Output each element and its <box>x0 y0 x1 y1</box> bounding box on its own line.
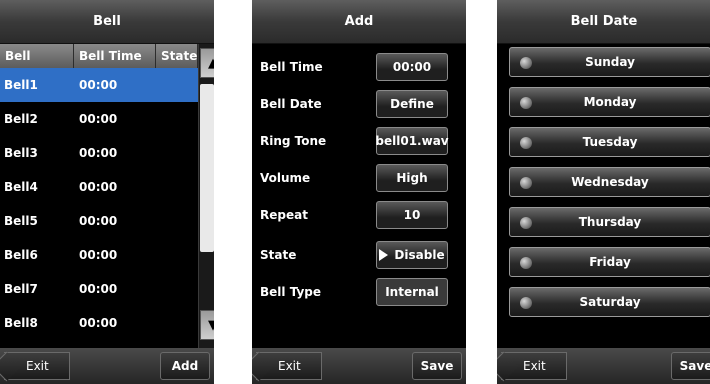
field-label: State <box>260 248 297 262</box>
table-row[interactable]: Bell6 00:00 <box>0 238 198 272</box>
table-row[interactable]: Bell4 00:00 <box>0 170 198 204</box>
radio-dot-icon <box>520 57 532 69</box>
exit-label: Exit <box>278 359 301 373</box>
day-saturday-button[interactable]: Saturday <box>509 287 710 317</box>
screen-title: Add <box>252 0 466 44</box>
bell-date-screen: Bell Date Sunday Monday Tuesday Wednesda… <box>497 0 710 384</box>
day-wednesday-button[interactable]: Wednesday <box>509 167 710 197</box>
bell-name: Bell3 <box>4 146 38 160</box>
bell-name: Bell6 <box>4 248 38 262</box>
bell-time: 00:00 <box>79 146 118 160</box>
form-row-repeat: Repeat 10 <box>252 197 466 233</box>
radio-dot-icon <box>520 97 532 109</box>
bell-name: Bell1 <box>4 78 38 92</box>
field-label: Ring Tone <box>260 134 327 148</box>
form-row-bell-time: Bell Time 00:00 <box>252 49 466 85</box>
bell-time: 00:00 <box>79 282 118 296</box>
day-tuesday-button[interactable]: Tuesday <box>509 127 710 157</box>
day-label: Monday <box>583 95 637 109</box>
field-label: Bell Time <box>260 60 323 74</box>
radio-dot-icon <box>520 257 532 269</box>
table-header: Bell Bell Time State <box>0 44 198 68</box>
day-label: Sunday <box>585 55 635 69</box>
bell-time: 00:00 <box>79 180 118 194</box>
bell-list-screen: Bell Bell Bell Time State Bell1 00:00 Be… <box>0 0 214 384</box>
bottom-bar: Exit Save <box>252 348 466 384</box>
save-button[interactable]: Save <box>412 352 462 380</box>
day-label: Wednesday <box>571 175 649 189</box>
play-icon <box>379 249 389 261</box>
day-label: Saturday <box>579 295 641 309</box>
form-row-ring-tone: Ring Tone bell01.wav <box>252 123 466 159</box>
bell-name: Bell8 <box>4 316 38 330</box>
bell-name: Bell7 <box>4 282 38 296</box>
bell-time: 00:00 <box>79 214 118 228</box>
day-monday-button[interactable]: Monday <box>509 87 710 117</box>
field-label: Volume <box>260 171 311 185</box>
form-row-volume: Volume High <box>252 160 466 196</box>
save-button[interactable]: Save <box>671 352 710 380</box>
exit-button[interactable]: Exit <box>4 352 70 380</box>
radio-dot-icon <box>520 137 532 149</box>
bell-table: Bell1 00:00 Bell2 00:00 Bell3 00:00 Bell… <box>0 68 198 348</box>
field-label: Bell Date <box>260 97 322 111</box>
radio-dot-icon <box>520 177 532 189</box>
up-arrow-icon[interactable]: ▲ <box>200 48 214 78</box>
scroll-thumb[interactable] <box>200 84 214 252</box>
screen-title: Bell Date <box>497 0 710 44</box>
state-value: Disable <box>394 248 445 262</box>
exit-button[interactable]: Exit <box>501 352 567 380</box>
bell-name: Bell4 <box>4 180 38 194</box>
column-header-bell: Bell <box>0 44 74 68</box>
scrollbar[interactable]: ▲ ▼ <box>198 44 214 348</box>
table-row[interactable]: Bell1 00:00 <box>0 68 198 102</box>
column-header-bell-time: Bell Time <box>74 44 156 68</box>
bell-name: Bell5 <box>4 214 38 228</box>
form-row-bell-type: Bell Type Internal <box>252 274 466 310</box>
bottom-bar: Exit Add <box>0 348 214 384</box>
repeat-button[interactable]: 10 <box>376 201 448 229</box>
bell-date-button[interactable]: Define <box>376 90 448 118</box>
ring-tone-button[interactable]: bell01.wav <box>375 127 449 155</box>
form-row-state: State Disable <box>252 237 466 273</box>
table-row[interactable]: Bell5 00:00 <box>0 204 198 238</box>
bell-time: 00:00 <box>79 78 118 92</box>
day-sunday-button[interactable]: Sunday <box>509 47 710 77</box>
field-label: Bell Type <box>260 285 322 299</box>
day-friday-button[interactable]: Friday <box>509 247 710 277</box>
state-toggle[interactable]: Disable <box>376 241 448 269</box>
day-label: Friday <box>589 255 631 269</box>
radio-dot-icon <box>520 297 532 309</box>
bell-time: 00:00 <box>79 316 118 330</box>
exit-label: Exit <box>523 359 546 373</box>
table-row[interactable]: Bell7 00:00 <box>0 272 198 306</box>
add-bell-screen: Add Bell Time 00:00 Bell Date Define Rin… <box>252 0 466 384</box>
table-row[interactable]: Bell3 00:00 <box>0 136 198 170</box>
bell-type-button[interactable]: Internal <box>376 278 448 306</box>
exit-label: Exit <box>26 359 49 373</box>
table-row[interactable]: Bell8 00:00 <box>0 306 198 340</box>
add-button[interactable]: Add <box>160 352 210 380</box>
day-label: Tuesday <box>582 135 638 149</box>
screen-title: Bell <box>0 0 214 44</box>
bell-name: Bell2 <box>4 112 38 126</box>
bell-time-button[interactable]: 00:00 <box>376 53 448 81</box>
exit-button[interactable]: Exit <box>256 352 322 380</box>
field-label: Repeat <box>260 208 308 222</box>
volume-button[interactable]: High <box>376 164 448 192</box>
day-label: Thursday <box>578 215 642 229</box>
radio-dot-icon <box>520 217 532 229</box>
down-arrow-icon[interactable]: ▼ <box>200 310 214 340</box>
form-row-bell-date: Bell Date Define <box>252 86 466 122</box>
bottom-bar: Exit Save <box>497 348 710 384</box>
column-header-state: State <box>156 44 198 68</box>
table-row[interactable]: Bell2 00:00 <box>0 102 198 136</box>
bell-time: 00:00 <box>79 248 118 262</box>
bell-time: 00:00 <box>79 112 118 126</box>
day-thursday-button[interactable]: Thursday <box>509 207 710 237</box>
